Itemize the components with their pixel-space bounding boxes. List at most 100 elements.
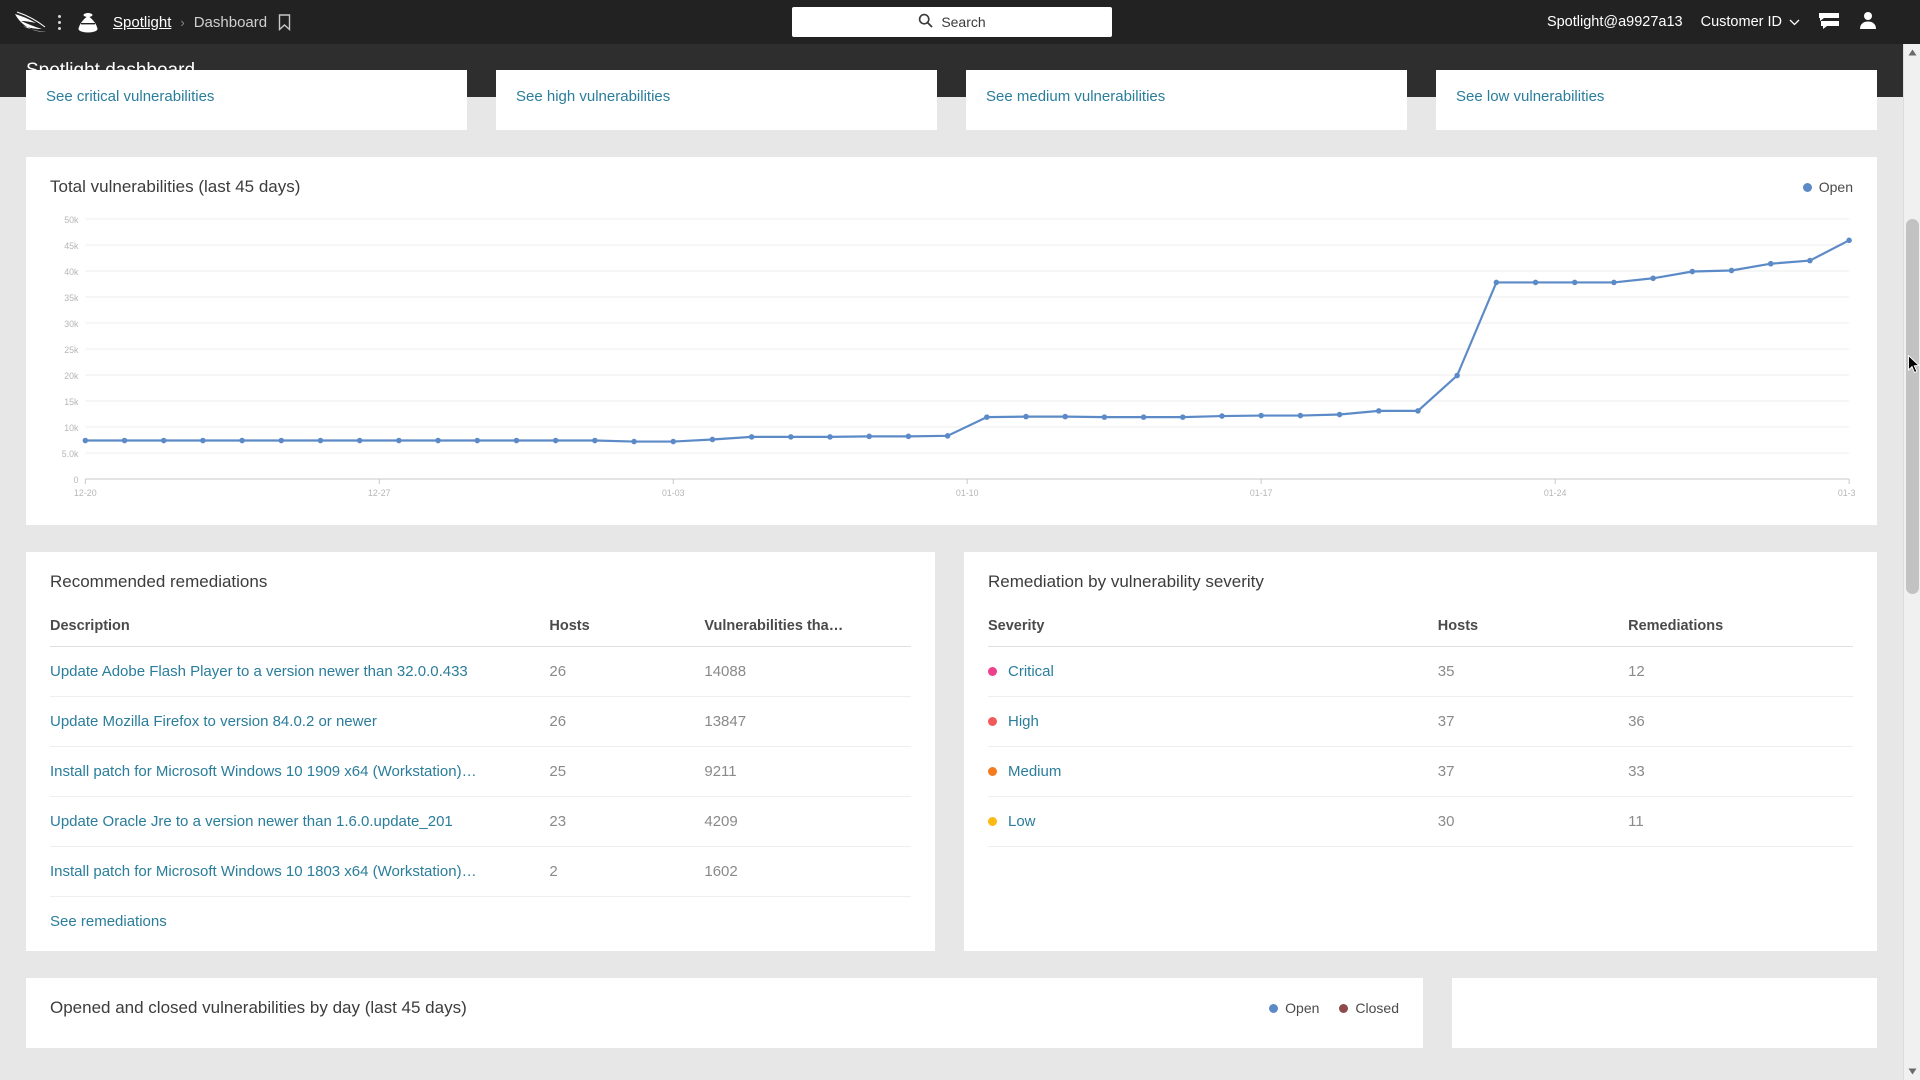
cell-remediations: 36 — [1628, 696, 1853, 747]
chat-support-icon[interactable] — [1818, 11, 1840, 33]
bottom-right-panel — [1452, 978, 1877, 1048]
column-header-description[interactable]: Description — [50, 600, 550, 647]
cell-description: Update Adobe Flash Player to a version n… — [50, 646, 550, 697]
lower-panels-row: Recommended remediations Description Hos… — [26, 552, 1877, 951]
remediation-by-severity-header: Remediation by vulnerability severity — [964, 552, 1877, 600]
legend-item-closed[interactable]: Closed — [1339, 1000, 1399, 1016]
column-header-vulnerabilities[interactable]: Vulnerabilities tha… — [704, 600, 911, 647]
total-vulnerabilities-title: Total vulnerabilities (last 45 days) — [50, 177, 301, 196]
severity-dot-icon — [988, 717, 997, 726]
cell-severity: Critical — [988, 646, 1438, 697]
see-medium-vulnerabilities-link[interactable]: See medium vulnerabilities — [986, 88, 1165, 105]
cell-hosts: 26 — [549, 646, 705, 697]
top-nav-right-group: Spotlight@a9927a13 Customer ID — [1547, 10, 1906, 34]
cell-description: Update Oracle Jre to a version newer tha… — [50, 796, 550, 847]
severity-dot-icon — [988, 767, 997, 776]
legend-dot-closed — [1339, 1003, 1349, 1013]
search-icon — [918, 13, 933, 31]
see-low-vulnerabilities-link[interactable]: See low vulnerabilities — [1456, 88, 1604, 105]
scroll-thumb[interactable] — [1906, 219, 1919, 594]
see-critical-vulnerabilities-link[interactable]: See critical vulnerabilities — [46, 88, 214, 105]
severity-badge: Critical — [988, 663, 1438, 680]
cell-description: Install patch for Microsoft Windows 10 1… — [50, 746, 550, 797]
see-remediations-link[interactable]: See remediations — [50, 913, 167, 930]
user-avatar-icon[interactable] — [1858, 10, 1878, 34]
severity-link[interactable]: Medium — [1008, 763, 1061, 780]
svg-text:01-03: 01-03 — [662, 488, 685, 498]
remediation-link[interactable]: Install patch for Microsoft Windows 10 1… — [50, 763, 477, 780]
see-high-vulnerabilities-link[interactable]: See high vulnerabilities — [516, 88, 670, 105]
severity-table: Severity Hosts Remediations Critical 35 12… — [988, 600, 1853, 847]
svg-text:25k: 25k — [64, 345, 79, 355]
spotlight-cone-icon[interactable] — [77, 10, 99, 34]
svg-text:35k: 35k — [64, 293, 79, 303]
three-dots-menu-icon[interactable] — [58, 14, 61, 30]
scroll-down-arrow-icon[interactable] — [1904, 1063, 1920, 1080]
severity-badge: Low — [988, 813, 1438, 830]
opened-closed-vulnerabilities-panel: Opened and closed vulnerabilities by day… — [26, 978, 1423, 1048]
table-row: Low 30 11 — [988, 796, 1853, 847]
cell-remediations: 12 — [1628, 646, 1853, 697]
remediation-by-severity-panel: Remediation by vulnerability severity Se… — [964, 552, 1877, 951]
falcon-wing-logo-icon[interactable] — [14, 11, 48, 33]
cell-remediations: 33 — [1628, 746, 1853, 797]
remediation-link[interactable]: Update Adobe Flash Player to a version n… — [50, 663, 468, 680]
svg-text:40k: 40k — [64, 267, 79, 277]
customer-id-selector[interactable]: Customer ID — [1701, 14, 1800, 30]
page-scrollbar[interactable] — [1903, 44, 1920, 1080]
cell-hosts: 37 — [1437, 746, 1629, 797]
svg-text:20k: 20k — [64, 371, 79, 381]
svg-text:01-10: 01-10 — [956, 488, 979, 498]
severity-link[interactable]: Critical — [1008, 663, 1054, 680]
svg-text:01-31: 01-31 — [1838, 488, 1855, 498]
svg-text:30k: 30k — [64, 319, 79, 329]
table-row: Install patch for Microsoft Windows 10 1… — [50, 846, 911, 897]
severity-link[interactable]: High — [1008, 713, 1039, 730]
column-header-hosts[interactable]: Hosts — [549, 600, 705, 647]
cell-hosts: 2 — [549, 846, 705, 897]
cell-description: Install patch for Microsoft Windows 10 1… — [50, 846, 550, 897]
search-input[interactable]: Search — [792, 7, 1112, 37]
svg-text:45k: 45k — [64, 241, 79, 251]
card-high-vulnerabilities: See high vulnerabilities — [496, 70, 937, 130]
svg-text:12-20: 12-20 — [74, 488, 97, 498]
severity-cards-row: See critical vulnerabilities See high vu… — [26, 70, 1877, 130]
account-label: Spotlight@a9927a13 — [1546, 14, 1683, 30]
cell-hosts: 26 — [549, 696, 705, 747]
cell-vulnerabilities: 9211 — [704, 746, 911, 797]
column-header-hosts[interactable]: Hosts — [1437, 600, 1629, 647]
scroll-up-arrow-icon[interactable] — [1904, 44, 1920, 61]
table-row: Install patch for Microsoft Windows 10 1… — [50, 746, 911, 797]
card-low-vulnerabilities: See low vulnerabilities — [1436, 70, 1877, 130]
cell-vulnerabilities: 13847 — [704, 696, 911, 747]
opened-closed-legend: Open Closed — [1269, 1000, 1399, 1016]
cell-vulnerabilities: 14088 — [704, 646, 911, 697]
cell-severity: Medium — [988, 746, 1438, 797]
remediation-link[interactable]: Update Oracle Jre to a version newer tha… — [50, 813, 453, 830]
legend-item-open[interactable]: Open — [1269, 1000, 1319, 1016]
legend-label-closed: Closed — [1355, 1000, 1399, 1016]
cell-description: Update Mozilla Firefox to version 84.0.2… — [50, 696, 550, 747]
recommended-remediations-body: Update Adobe Flash Player to a version n… — [50, 646, 911, 897]
column-header-remediations[interactable]: Remediations — [1628, 600, 1853, 647]
remediation-link[interactable]: Install patch for Microsoft Windows 10 1… — [50, 863, 477, 880]
table-row: Update Adobe Flash Player to a version n… — [50, 646, 911, 697]
remediations-footer: See remediations — [26, 897, 935, 951]
bookmark-icon[interactable] — [278, 13, 291, 31]
legend-item-open[interactable]: Open — [1802, 179, 1853, 195]
legend-label-open: Open — [1818, 179, 1853, 195]
column-header-severity[interactable]: Severity — [988, 600, 1438, 647]
mouse-cursor — [1908, 354, 1920, 374]
cell-hosts: 37 — [1437, 696, 1629, 747]
breadcrumb-root-link[interactable]: Spotlight — [113, 14, 171, 31]
svg-text:0: 0 — [74, 475, 79, 485]
severity-link[interactable]: Low — [1008, 813, 1036, 830]
breadcrumb: Spotlight › Dashboard — [113, 14, 267, 31]
remediation-link[interactable]: Update Mozilla Firefox to version 84.0.2… — [50, 713, 377, 730]
svg-text:15k: 15k — [64, 397, 79, 407]
total-vulnerabilities-chart[interactable]: 0 5.0k 10k 15k 20k 25k 30k 35k 40k 45k 50k 12-20 12-… — [26, 205, 1877, 525]
severity-table-container: Severity Hosts Remediations Critical 35 12… — [964, 600, 1877, 847]
card-critical-vulnerabilities: See critical vulnerabilities — [26, 70, 467, 130]
remediation-by-severity-title: Remediation by vulnerability severity — [988, 572, 1264, 591]
svg-text:5.0k: 5.0k — [62, 449, 79, 459]
